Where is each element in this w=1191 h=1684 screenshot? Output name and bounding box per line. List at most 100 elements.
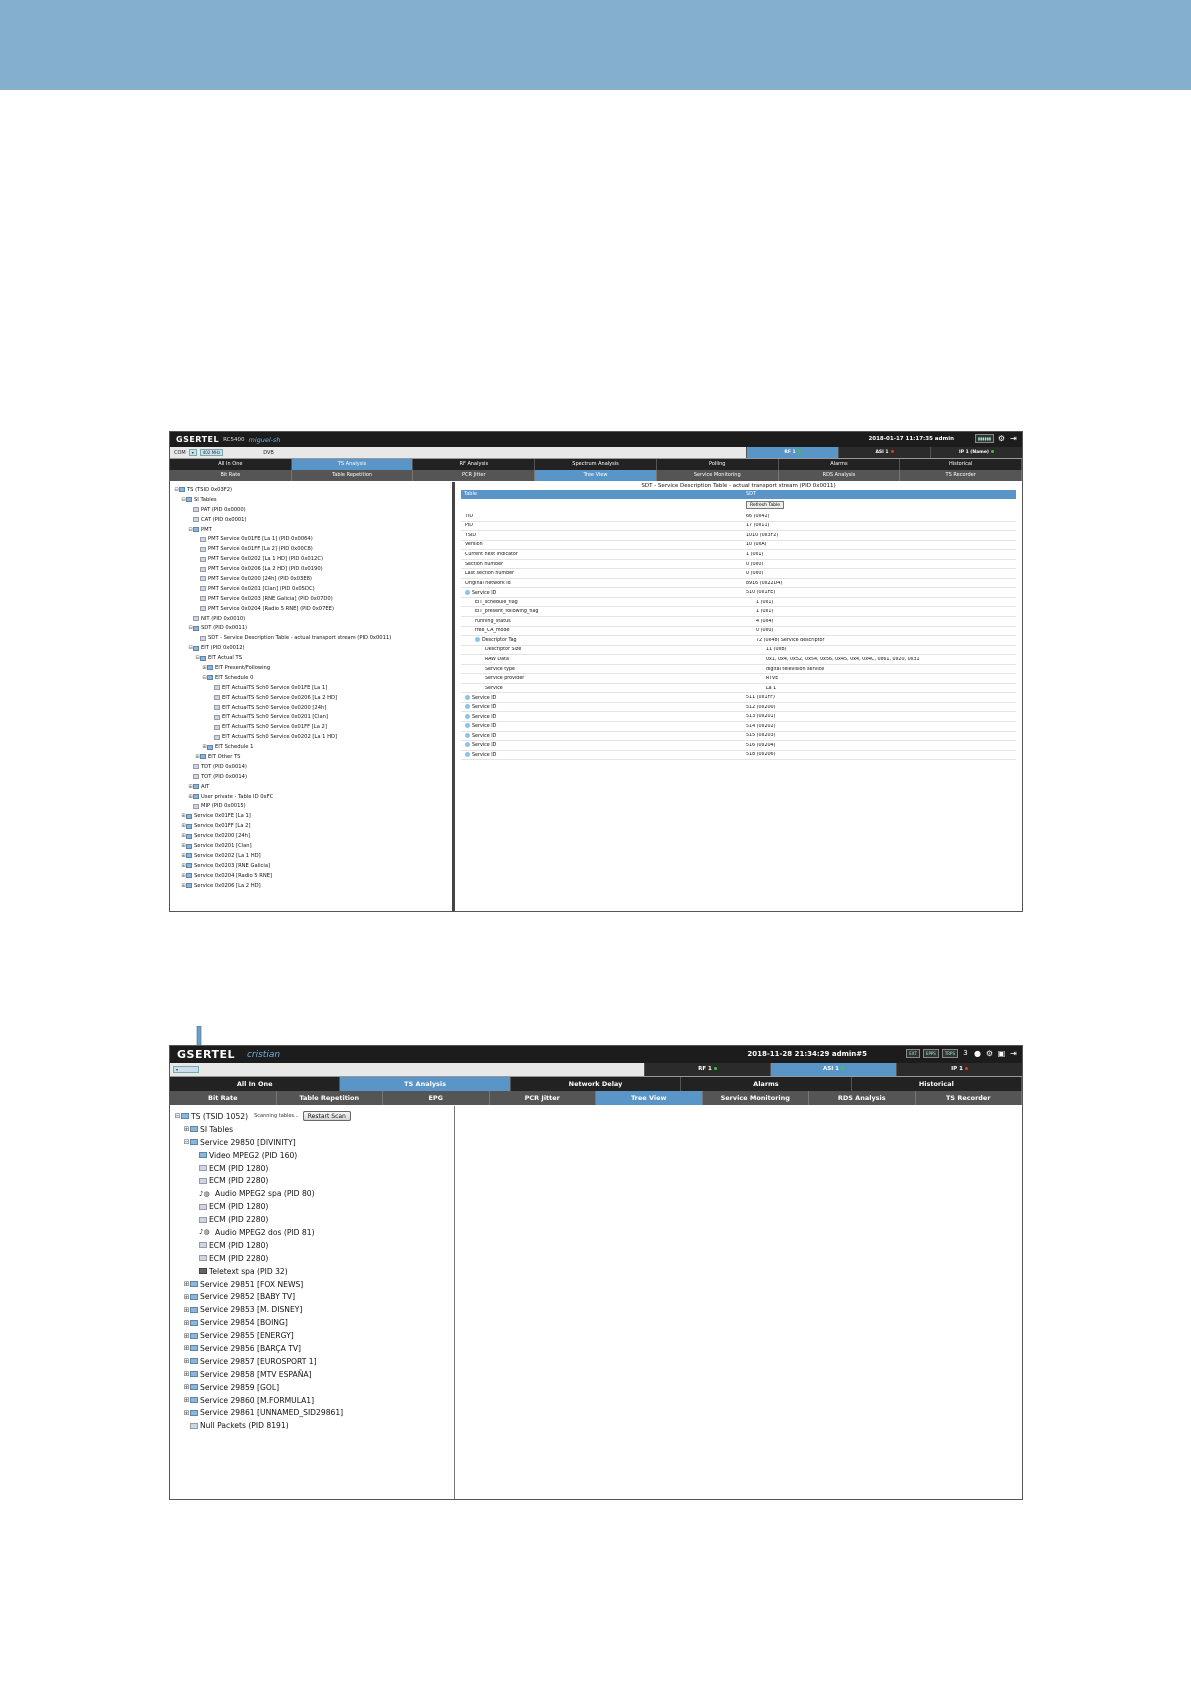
tree-node[interactable]: ⊞ SI Tables <box>170 1123 454 1136</box>
save-icon[interactable]: ▣ <box>997 1049 1006 1058</box>
tree-node[interactable]: ⊞ Service 0x0202 [La 1 HD] <box>170 851 452 861</box>
tab-rds-analysis[interactable]: RDS Analysis <box>779 470 901 481</box>
tree-node[interactable]: Null Packets (PID 8191) <box>170 1419 454 1432</box>
tree-node[interactable]: EIT ActualTS Sch0 Service 0x0200 [24h] <box>170 703 452 713</box>
expand-icon[interactable]: ⊞ <box>183 1125 190 1133</box>
tree-node[interactable]: ⊟ PMT <box>170 525 452 535</box>
tab-ts-recorder[interactable]: TS Recorder <box>916 1091 1022 1105</box>
sdt-row[interactable]: Service ID 518 (0x206) <box>461 751 1016 761</box>
tree-node[interactable]: ⊞ Service 29855 [ENERGY] <box>170 1329 454 1342</box>
tree-node[interactable]: ⊞ Service 29858 [MTV ESPAÑA] <box>170 1368 454 1381</box>
tree-node[interactable]: ⊞ Service 0x01FF [La 2] <box>170 821 452 831</box>
tree-node[interactable]: Video MPEG2 (PID 160) <box>170 1149 454 1162</box>
tree-node[interactable]: ⊞ Service 29852 [BABY TV] <box>170 1290 454 1303</box>
tab-historical[interactable]: Historical <box>852 1077 1022 1091</box>
tab-rf-analysis[interactable]: RF Analysis <box>413 459 536 470</box>
expand-bullet-icon[interactable] <box>465 713 470 719</box>
expand-icon[interactable]: ⊞ <box>183 1293 190 1301</box>
input-ip-1[interactable]: IP 1 <box>896 1063 1022 1076</box>
input-asi-1[interactable]: ASI 1 <box>838 447 930 458</box>
input-asi-1[interactable]: ASI 1 <box>770 1063 896 1076</box>
tree-node[interactable]: ⊞ Service 0x0206 [La 2 HD] <box>170 881 452 891</box>
tab-all-in-one[interactable]: All In One <box>170 1077 341 1091</box>
sdt-row[interactable]: Service ID 510 (0x1FE) <box>461 588 1016 598</box>
tree-node[interactable]: Teletext spa (PID 32) <box>170 1265 454 1278</box>
tree-node[interactable]: ⊞ Service 0x0201 [Clan] <box>170 841 452 851</box>
logout-icon[interactable]: ⇥ <box>1009 1049 1018 1058</box>
input-select[interactable]: ▾ <box>173 1066 199 1073</box>
expand-icon[interactable]: ⊞ <box>183 1383 190 1391</box>
tree-node[interactable]: ⊞ Service 29861 [UNNAMED_SID29861] <box>170 1406 454 1419</box>
input-rf-1[interactable]: RF 1 <box>644 1063 770 1076</box>
tab-ts-analysis[interactable]: TS Analysis <box>340 1077 511 1091</box>
tree-node[interactable]: MIP (PID 0x0015) <box>170 802 452 812</box>
frequency-field[interactable]: 402 MHz <box>199 449 224 456</box>
tree-node[interactable]: ⊞ Service 29859 [GOL] <box>170 1381 454 1394</box>
tab-service-monitoring[interactable]: Service Monitoring <box>703 1091 809 1105</box>
tab-service-monitoring[interactable]: Service Monitoring <box>657 470 779 481</box>
tree-node[interactable]: CAT (PID 0x0001) <box>170 515 452 525</box>
tree-node[interactable]: ⊟ TS (TSID 1052) Scanning tables... Restart… <box>170 1110 454 1123</box>
sdt-row[interactable]: Descriptor Tag 72 (0x48) Service descript… <box>461 636 1016 646</box>
tab-bit-rate[interactable]: Bit Rate <box>170 470 292 481</box>
expand-bullet-icon[interactable] <box>465 589 470 595</box>
tab-pcr-jitter[interactable]: PCR Jitter <box>490 1091 596 1105</box>
tree-node[interactable]: EIT ActualTS Sch0 Service 0x01FF [La 2] <box>170 722 452 732</box>
tree-node[interactable]: ⊞ EIT Schedule 1 <box>170 742 452 752</box>
tree-node[interactable]: PMT Service 0x0206 [La 2 HD] (PID 0x0190… <box>170 564 452 574</box>
expand-bullet-icon[interactable] <box>465 732 470 738</box>
tab-polling[interactable]: Polling <box>657 459 779 470</box>
restart-scan-button[interactable]: Restart Scan <box>302 1111 351 1122</box>
tree-node[interactable]: ⊞ Service 0x0203 [RNE Galicia] <box>170 861 452 871</box>
tab-alarms[interactable]: Alarms <box>681 1077 852 1091</box>
tree-node[interactable]: ⊞ User private - Table ID 0xFC <box>170 792 452 802</box>
input-rf-1[interactable]: RF 1 <box>746 447 838 458</box>
tab-bit-rate[interactable]: Bit Rate <box>170 1091 277 1105</box>
sdt-row[interactable]: Service ID 515 (0x203) <box>461 732 1016 742</box>
logout-icon[interactable]: ⇥ <box>1009 434 1018 443</box>
tree-node[interactable]: ⊞ Service 0x0204 [Radio 5 RNE] <box>170 871 452 881</box>
expand-icon[interactable]: ⊞ <box>183 1357 190 1365</box>
tab-pcr-jitter[interactable]: PCR Jitter <box>413 470 536 481</box>
tree-node[interactable]: EIT ActualTS Sch0 Service 0x01FE [La 1] <box>170 683 452 693</box>
tab-all-in-one[interactable]: All In One <box>170 459 292 470</box>
tree-node[interactable]: ECM (PID 2280) <box>170 1252 454 1265</box>
tab-network-delay[interactable]: Network Delay <box>511 1077 682 1091</box>
gear-icon[interactable]: ⚙ <box>985 1049 994 1058</box>
tab-ts-analysis[interactable]: TS Analysis <box>291 459 414 470</box>
expand-icon[interactable]: ⊞ <box>183 1306 190 1314</box>
gear-icon[interactable]: ⚙ <box>997 434 1006 443</box>
tab-ts-recorder[interactable]: TS Recorder <box>900 470 1022 481</box>
tree-node[interactable]: PMT Service 0x0201 [Clan] (PID 0x05DC) <box>170 584 452 594</box>
tree-node[interactable]: PAT (PID 0x0000) <box>170 505 452 515</box>
collapse-icon[interactable]: ⊟ <box>183 1138 190 1146</box>
input-ip-1-name[interactable]: IP 1 (Name) <box>930 447 1022 458</box>
tree-node[interactable]: ⊟ EIT Actual TS <box>170 653 452 663</box>
tree-node[interactable]: ⊞ Service 29860 [M.FORMULA1] <box>170 1394 454 1407</box>
tree-node[interactable]: ECM (PID 1280) <box>170 1162 454 1175</box>
tab-historical[interactable]: Historical <box>900 459 1022 470</box>
tab-alarms[interactable]: Alarms <box>779 459 901 470</box>
tree-node[interactable]: TDT (PID 0x0014) <box>170 762 452 772</box>
expand-icon[interactable]: ⊞ <box>183 1396 190 1404</box>
expand-bullet-icon[interactable] <box>475 637 480 643</box>
tree-node[interactable]: ⊟ TS (TSID 0x03F2) <box>170 485 452 495</box>
tree-node[interactable]: ⊟ EIT (PID 0x0012) <box>170 643 452 653</box>
tab-spectrum-analysis[interactable]: Spectrum Analysis <box>535 459 657 470</box>
expand-icon[interactable]: ⊞ <box>183 1344 190 1352</box>
sdt-row[interactable]: Service ID 516 (0x204) <box>461 741 1016 751</box>
tree-node[interactable]: EIT ActualTS Sch0 Service 0x0201 [Clan] <box>170 712 452 722</box>
tree-node[interactable]: TOT (PID 0x0014) <box>170 772 452 782</box>
expand-bullet-icon[interactable] <box>465 694 470 700</box>
sdt-row[interactable]: Service ID 514 (0x202) <box>461 722 1016 732</box>
expand-icon[interactable]: ⊞ <box>183 1370 190 1378</box>
expand-bullet-icon[interactable] <box>465 751 470 757</box>
tab-tree-view[interactable]: Tree View <box>596 1091 703 1105</box>
tab-table-repetition[interactable]: Table Repetition <box>292 470 414 481</box>
expand-bullet-icon[interactable] <box>465 742 470 748</box>
tab-rds-analysis[interactable]: RDS Analysis <box>809 1091 916 1105</box>
tree-node[interactable]: ⊞ Service 0x0200 [24h] <box>170 831 452 841</box>
tree-node[interactable]: SDT - Service Description Table - actual… <box>170 633 452 643</box>
input-select[interactable]: ▾ <box>188 449 197 456</box>
tree-node[interactable]: PMT Service 0x0203 [RNE Galicia] (PID 0x… <box>170 594 452 604</box>
